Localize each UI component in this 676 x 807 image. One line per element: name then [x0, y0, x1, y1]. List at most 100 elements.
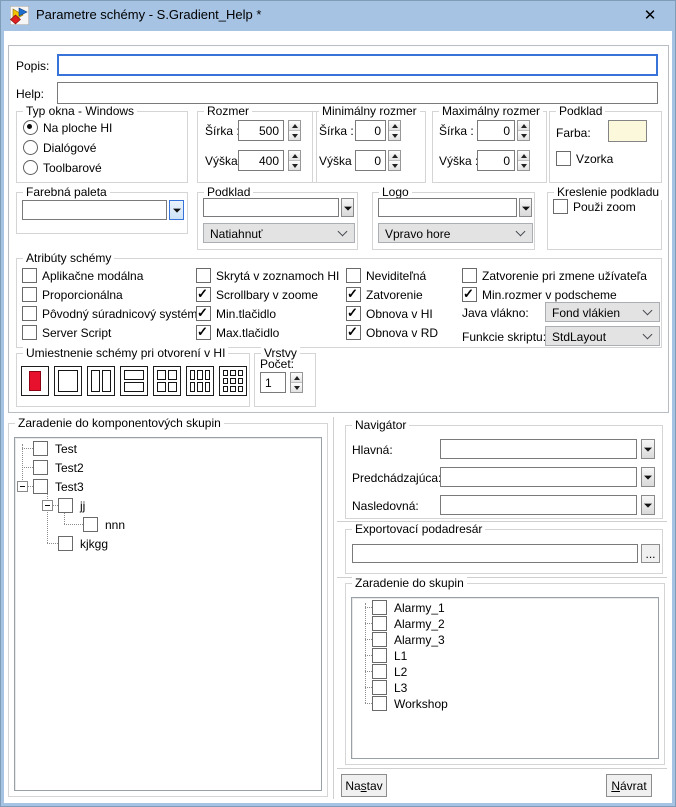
spin-up-icon[interactable] — [518, 121, 529, 130]
radio-na-ploche-hi[interactable]: Na ploche HI — [23, 120, 112, 135]
max-vyska-input[interactable] — [477, 150, 515, 171]
spin-up-icon[interactable] — [389, 121, 400, 130]
tree-item-jj[interactable]: jj — [58, 498, 85, 513]
checkbox-box[interactable] — [372, 696, 387, 711]
tree-item-alarmy-2[interactable]: Alarmy_2 — [372, 616, 445, 631]
radio-dot[interactable] — [23, 160, 38, 175]
checkbox-box[interactable] — [556, 151, 571, 166]
checkbox-obnova-v-hi[interactable]: Obnova v HI — [346, 306, 433, 321]
checkbox-box[interactable] — [33, 441, 48, 456]
dropdown-arrow-icon[interactable] — [641, 439, 655, 459]
layout-button-grid-3x2[interactable] — [186, 366, 214, 396]
spin-down-icon[interactable] — [518, 160, 529, 170]
spin-up-icon[interactable] — [291, 373, 302, 382]
spin-up-icon[interactable] — [389, 151, 400, 160]
nasledovna-input[interactable] — [440, 495, 637, 515]
java-vlakno-select[interactable]: Fond vlákien — [545, 302, 660, 322]
checkbox-box[interactable] — [83, 517, 98, 532]
tree-item-nnn[interactable]: nnn — [83, 517, 125, 532]
spin-up-icon[interactable] — [289, 121, 300, 130]
spin-up-icon[interactable] — [518, 151, 529, 160]
tree-item-workshop[interactable]: Workshop — [372, 696, 448, 711]
vzorka-checkbox[interactable]: Vzorka — [556, 151, 613, 166]
navrat-button[interactable]: Návrat — [606, 774, 652, 797]
tree-item-alarmy-1[interactable]: Alarmy_1 — [372, 600, 445, 615]
tree-item-l3[interactable]: L3 — [372, 680, 407, 695]
layout-button-two-columns[interactable] — [87, 366, 115, 396]
checkbox-server-script[interactable]: Server Script — [22, 325, 111, 340]
pocet-input[interactable] — [260, 372, 286, 393]
spin-down-icon[interactable] — [389, 130, 400, 140]
checkbox-proporcionalna[interactable]: Proporcionálna — [22, 287, 123, 302]
checkbox-min-rozmer-v-podscheme[interactable]: Min.rozmer v podscheme — [462, 287, 617, 302]
spin-up-icon[interactable] — [289, 151, 300, 160]
logo-position-select[interactable]: Vpravo hore — [378, 223, 533, 243]
dropdown-arrow-icon[interactable] — [641, 495, 655, 515]
max-sirka-input[interactable] — [477, 120, 515, 141]
checkbox-min-tlacidlo[interactable]: Min.tlačidlo — [196, 306, 276, 321]
dropdown-arrow-icon[interactable] — [169, 200, 184, 220]
sirka-input[interactable] — [238, 120, 284, 141]
checkbox-povodny-suradnicovy-system[interactable]: Pôvodný súradnicový systém — [22, 306, 197, 321]
browse-button[interactable]: ... — [641, 544, 660, 563]
close-icon[interactable]: ✕ — [628, 0, 672, 29]
checkbox-scrollbary-v-zoome[interactable]: Scrollbary v zoome — [196, 287, 318, 302]
checkbox-box[interactable] — [58, 536, 73, 551]
tree-collapse-icon[interactable] — [17, 481, 28, 492]
radio-dot[interactable] — [23, 120, 38, 135]
tree-item-l1[interactable]: L1 — [372, 648, 407, 663]
checkbox-box[interactable] — [372, 648, 387, 663]
checkbox-obnova-v-rd[interactable]: Obnova v RD — [346, 325, 438, 340]
checkbox-zatvorenie-pri-zmene-uzivatela[interactable]: Zatvorenie pri zmene užívateľa — [462, 268, 647, 283]
spin-down-icon[interactable] — [289, 130, 300, 140]
tree-item-test3[interactable]: Test3 — [33, 479, 84, 494]
min-sirka-input[interactable] — [355, 120, 386, 141]
popis-input[interactable] — [57, 54, 658, 76]
checkbox-aplikacne-modalna[interactable]: Aplikačne modálna — [22, 268, 143, 283]
checkbox-box[interactable] — [372, 600, 387, 615]
checkbox-box[interactable] — [372, 632, 387, 647]
spin-down-icon[interactable] — [289, 160, 300, 170]
layout-button-two-rows[interactable] — [120, 366, 148, 396]
min-vyska-input[interactable] — [355, 150, 386, 171]
radio-toolbarove[interactable]: Toolbarové — [23, 160, 102, 175]
checkbox-box[interactable] — [33, 479, 48, 494]
dropdown-arrow-icon[interactable] — [341, 198, 354, 217]
layout-button-one-pane[interactable] — [54, 366, 82, 396]
spin-down-icon[interactable] — [389, 160, 400, 170]
dropdown-arrow-icon[interactable] — [519, 198, 532, 217]
layout-button-grid-3x3[interactable] — [219, 366, 247, 396]
tree-item-test[interactable]: Test — [33, 441, 77, 456]
funkcie-skriptu-select[interactable]: StdLayout — [545, 326, 660, 346]
spin-down-icon[interactable] — [291, 382, 302, 392]
layout-button-single-selected[interactable] — [21, 366, 49, 396]
farba-swatch[interactable] — [608, 120, 647, 142]
podklad-input[interactable] — [203, 198, 339, 217]
hlavna-input[interactable] — [440, 439, 637, 459]
dropdown-arrow-icon[interactable] — [641, 467, 655, 487]
tree-item-alarmy-3[interactable]: Alarmy_3 — [372, 632, 445, 647]
checkbox-box[interactable] — [553, 199, 568, 214]
checkbox-box[interactable] — [372, 680, 387, 695]
farebna-paleta-input[interactable] — [22, 200, 167, 220]
radio-dot[interactable] — [23, 140, 38, 155]
checkbox-neviditelna[interactable]: Neviditeľná — [346, 268, 426, 283]
checkbox-box[interactable] — [58, 498, 73, 513]
checkbox-box[interactable] — [372, 616, 387, 631]
tree-collapse-icon[interactable] — [42, 500, 53, 511]
nastav-button[interactable]: Nastav — [341, 774, 387, 797]
export-podadresar-input[interactable] — [352, 544, 638, 563]
vyska-input[interactable] — [238, 150, 284, 171]
help-input[interactable] — [57, 82, 658, 104]
layout-button-grid-2x2[interactable] — [153, 366, 181, 396]
tree-item-kjkgg[interactable]: kjkgg — [58, 536, 108, 551]
checkbox-zatvorenie[interactable]: Zatvorenie — [346, 287, 423, 302]
radio-dialogove[interactable]: Dialógové — [23, 140, 96, 155]
podklad-mode-select[interactable]: Natiahnuť — [203, 223, 355, 243]
tree-item-test2[interactable]: Test2 — [33, 460, 84, 475]
logo-input[interactable] — [378, 198, 517, 217]
tree-item-l2[interactable]: L2 — [372, 664, 407, 679]
checkbox-skryta-v-zoznamoch-hi[interactable]: Skrytá v zoznamoch HI — [196, 268, 339, 283]
spin-down-icon[interactable] — [518, 130, 529, 140]
checkbox-box[interactable] — [372, 664, 387, 679]
